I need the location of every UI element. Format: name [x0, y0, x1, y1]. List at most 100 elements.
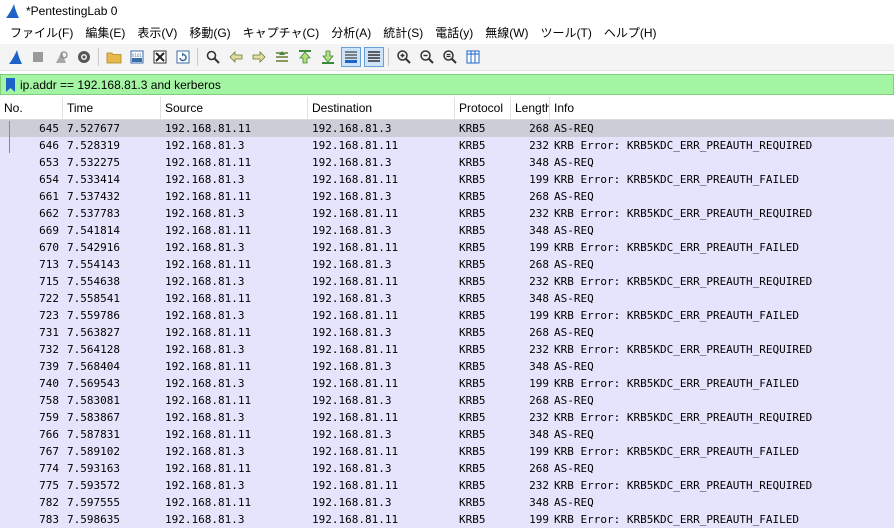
cell-protocol: KRB5	[459, 513, 486, 526]
filter-bookmark-icon[interactable]	[3, 76, 17, 93]
menu-item-5[interactable]: 分析(A)	[325, 22, 377, 44]
main-toolbar: 0101	[0, 44, 894, 71]
cell-no: 669	[39, 224, 59, 237]
cell-protocol: KRB5	[459, 207, 486, 220]
cell-protocol: KRB5	[459, 326, 486, 339]
menu-item-6[interactable]: 統計(S)	[377, 22, 429, 44]
cell-info: AS-REQ	[554, 428, 594, 441]
go-last-button[interactable]	[318, 47, 338, 67]
save-file-icon: 0101	[130, 50, 143, 64]
cell-info: KRB Error: KRB5KDC_ERR_PREAUTH_REQUIRED	[554, 139, 813, 152]
column-header-info[interactable]: Info	[550, 97, 894, 119]
reload-file-icon	[176, 50, 189, 64]
go-to-packet-button[interactable]	[272, 47, 292, 67]
packet-row[interactable]: 645 7.527677 192.168.81.11 192.168.81.3 KRB5…	[0, 120, 894, 137]
cell-source: 192.168.81.11	[165, 292, 252, 305]
menu-item-8[interactable]: 無線(W)	[479, 22, 534, 44]
column-header-source[interactable]: Source	[161, 97, 308, 119]
packet-row[interactable]: 722 7.558541 192.168.81.11 192.168.81.3 KRB5…	[0, 290, 894, 307]
zoom-normal-button[interactable]	[440, 47, 460, 67]
zoom-in-icon	[396, 50, 411, 64]
column-header-time[interactable]: Time	[63, 97, 161, 119]
cell-source: 192.168.81.11	[165, 190, 252, 203]
capture-options-button[interactable]	[74, 47, 94, 67]
menu-item-1[interactable]: 編集(E)	[79, 22, 131, 44]
resize-columns-button[interactable]	[463, 47, 483, 67]
packet-row[interactable]: 662 7.537783 192.168.81.3 192.168.81.11 KRB5…	[0, 205, 894, 222]
zoom-out-button[interactable]	[417, 47, 437, 67]
cell-time: 7.563827	[67, 326, 120, 339]
packet-row[interactable]: 758 7.583081 192.168.81.11 192.168.81.3 KRB5…	[0, 392, 894, 409]
cell-info: KRB Error: KRB5KDC_ERR_PREAUTH_FAILED	[554, 173, 800, 186]
packet-row[interactable]: 661 7.537432 192.168.81.11 192.168.81.3 KRB5…	[0, 188, 894, 205]
cell-time: 7.532275	[67, 156, 120, 169]
packet-row[interactable]: 782 7.597555 192.168.81.11 192.168.81.3 KRB5…	[0, 494, 894, 511]
capture-options-icon	[77, 51, 90, 63]
packet-row[interactable]: 783 7.598635 192.168.81.3 192.168.81.11 KRB5…	[0, 511, 894, 528]
packet-row[interactable]: 766 7.587831 192.168.81.11 192.168.81.3 KRB5…	[0, 426, 894, 443]
packet-row[interactable]: 723 7.559786 192.168.81.3 192.168.81.11 KRB5…	[0, 307, 894, 324]
cell-destination: 192.168.81.3	[312, 360, 392, 373]
packet-row[interactable]: 731 7.563827 192.168.81.11 192.168.81.3 KRB5…	[0, 324, 894, 341]
go-forward-button[interactable]	[249, 47, 269, 67]
autoscroll-button[interactable]	[340, 47, 361, 67]
packet-row[interactable]: 670 7.542916 192.168.81.3 192.168.81.11 KRB5…	[0, 239, 894, 256]
cell-source: 192.168.81.3	[165, 479, 245, 492]
cell-no: 766	[39, 428, 59, 441]
cell-time: 7.541814	[67, 224, 120, 237]
menu-item-7[interactable]: 電話(y)	[429, 22, 479, 44]
cell-time: 7.568404	[67, 360, 120, 373]
restart-button[interactable]	[51, 47, 71, 67]
packet-row[interactable]: 732 7.564128 192.168.81.3 192.168.81.11 KRB5…	[0, 341, 894, 358]
menu-bar: ファイル(F) 編集(E) 表示(V) 移動(G) キャプチャ(C) 分析(A) 統計(S)…	[0, 22, 894, 44]
cell-protocol: KRB5	[459, 275, 486, 288]
packet-row[interactable]: 739 7.568404 192.168.81.11 192.168.81.3 KRB5…	[0, 358, 894, 375]
shark-fin-start-button[interactable]	[5, 47, 25, 67]
find-packet-button[interactable]	[203, 47, 223, 67]
cell-destination: 192.168.81.11	[312, 479, 399, 492]
cell-no: 661	[39, 190, 59, 203]
menu-item-9[interactable]: ツール(T)	[535, 22, 598, 44]
packet-row[interactable]: 775 7.593572 192.168.81.3 192.168.81.11 KRB5…	[0, 477, 894, 494]
cell-length: 232	[529, 275, 549, 288]
go-forward-icon	[252, 51, 266, 63]
close-file-button[interactable]	[150, 47, 170, 67]
column-header-no[interactable]: No.	[0, 97, 63, 119]
packet-row[interactable]: 740 7.569543 192.168.81.3 192.168.81.11 KRB5…	[0, 375, 894, 392]
colorize-button[interactable]	[363, 47, 384, 67]
packet-row[interactable]: 669 7.541814 192.168.81.11 192.168.81.3 KRB5…	[0, 222, 894, 239]
packet-row[interactable]: 646 7.528319 192.168.81.3 192.168.81.11 KRB5…	[0, 137, 894, 154]
menu-item-3[interactable]: 移動(G)	[183, 22, 236, 44]
cell-no: 774	[39, 462, 59, 475]
menu-item-2[interactable]: 表示(V)	[131, 22, 183, 44]
packet-row[interactable]: 759 7.583867 192.168.81.3 192.168.81.11 KRB5…	[0, 409, 894, 426]
go-first-button[interactable]	[295, 47, 315, 67]
reload-file-button[interactable]	[173, 47, 193, 67]
menu-item-10[interactable]: ヘルプ(H)	[598, 22, 663, 44]
packet-row[interactable]: 767 7.589102 192.168.81.3 192.168.81.11 KRB5…	[0, 443, 894, 460]
display-filter-input[interactable]	[20, 75, 893, 94]
cell-source: 192.168.81.3	[165, 445, 245, 458]
menu-item-0[interactable]: ファイル(F)	[4, 22, 79, 44]
packet-row[interactable]: 653 7.532275 192.168.81.11 192.168.81.3 KRB5…	[0, 154, 894, 171]
cell-length: 232	[529, 343, 549, 356]
save-file-button[interactable]: 0101	[127, 47, 147, 67]
packet-row[interactable]: 654 7.533414 192.168.81.3 192.168.81.11 KRB5…	[0, 171, 894, 188]
cell-length: 348	[529, 496, 549, 509]
cell-time: 7.583867	[67, 411, 120, 424]
stop-button[interactable]	[28, 47, 48, 67]
cell-protocol: KRB5	[459, 156, 486, 169]
packet-row[interactable]: 774 7.593163 192.168.81.11 192.168.81.3 KRB5…	[0, 460, 894, 477]
cell-time: 7.587831	[67, 428, 120, 441]
open-file-button[interactable]	[104, 47, 124, 67]
menu-item-4[interactable]: キャプチャ(C)	[237, 22, 326, 44]
column-header-length[interactable]: Length	[511, 97, 550, 119]
go-back-button[interactable]	[226, 47, 246, 67]
column-header-protocol[interactable]: Protocol	[455, 97, 511, 119]
packet-row[interactable]: 715 7.554638 192.168.81.3 192.168.81.11 KRB5…	[0, 273, 894, 290]
zoom-in-button[interactable]	[394, 47, 414, 67]
cell-protocol: KRB5	[459, 462, 486, 475]
packet-row[interactable]: 713 7.554143 192.168.81.11 192.168.81.3 KRB5…	[0, 256, 894, 273]
cell-destination: 192.168.81.11	[312, 139, 399, 152]
column-header-destination[interactable]: Destination	[308, 97, 455, 119]
